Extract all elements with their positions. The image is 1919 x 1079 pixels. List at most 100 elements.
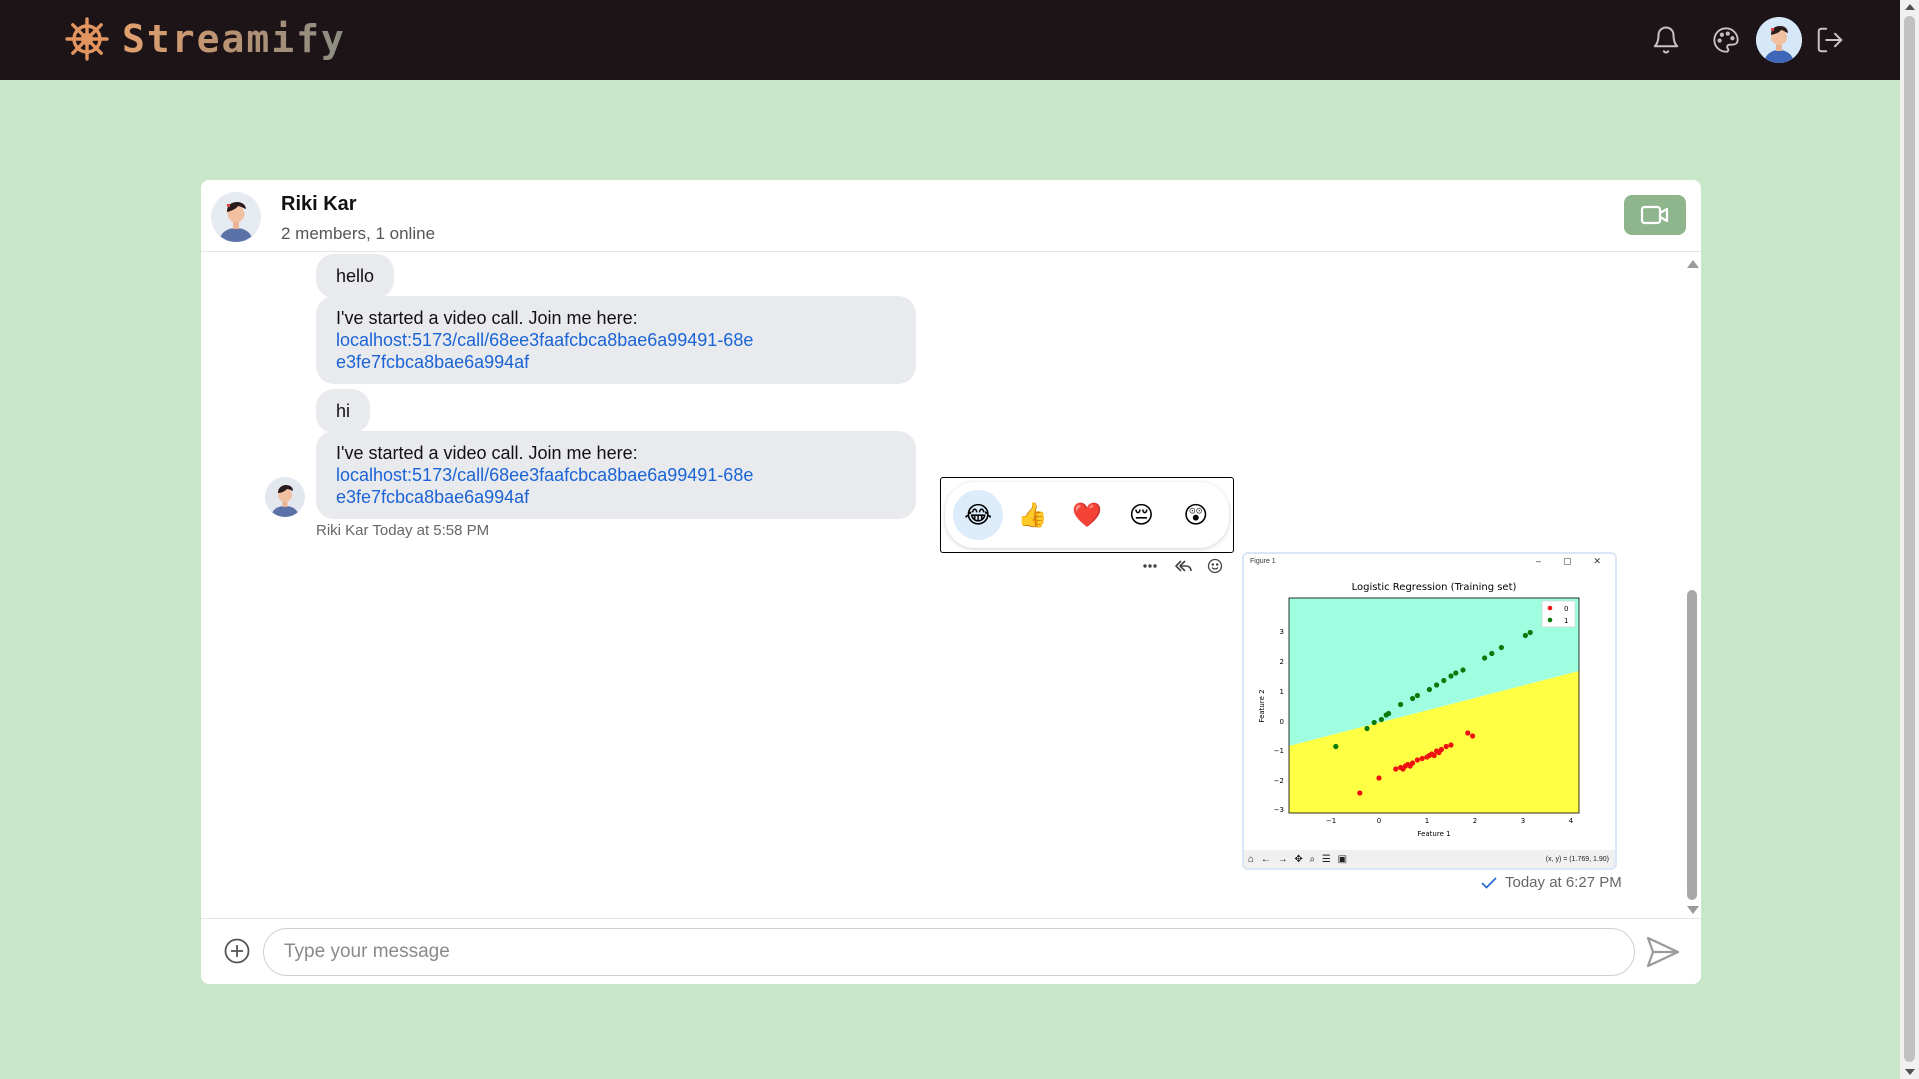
image-message-meta: Today at 6:27 PM [1481,874,1622,891]
scatter-point-class-1 [1378,716,1384,723]
svg-text:4: 4 [1569,817,1574,825]
chat-scroll-thumb[interactable] [1687,590,1697,900]
scatter-point-class-0 [1407,763,1413,769]
channel-name: Riki Kar [281,193,357,215]
scatter-point-class-1 [1441,677,1447,684]
page-scroll-thumb[interactable] [1904,16,1915,1062]
figure-nav-icons: ⌂ ← → ✥ ⌕ ☰ ▣ [1248,853,1350,865]
video-call-button[interactable] [1624,195,1686,235]
scatter-point-class-0 [1470,733,1476,739]
scatter-point-class-1 [1414,692,1420,699]
svg-text:3: 3 [1280,628,1284,636]
scatter-point-class-1 [1527,629,1533,636]
svg-text:−2: −2 [1274,777,1284,785]
scatter-point-class-1 [1410,695,1416,702]
message-bubble[interactable]: hi [316,389,371,433]
user-avatar[interactable] [1756,17,1802,63]
reaction-laugh[interactable]: 😂 [953,490,1004,540]
plot-title: Logistic Regression (Training set) [1352,582,1517,593]
logout-icon[interactable] [1812,22,1848,58]
add-attachment-icon[interactable] [223,937,251,965]
svg-text:3: 3 [1521,817,1525,825]
message-bubble[interactable]: hello [316,254,395,298]
scatter-point-class-0 [1436,749,1442,756]
ship-wheel-icon [65,17,109,61]
scatter-point-class-1 [1448,673,1454,679]
scatter-point-class-1 [1453,670,1459,676]
reaction-thumbs-up[interactable]: 👍 [1008,490,1058,540]
scatter-point-class-1 [1482,655,1488,661]
app-name: Streamify [122,17,346,61]
scatter-point-class-0 [1448,742,1454,748]
message-input[interactable] [263,928,1635,976]
chat-scroll-up-icon[interactable] [1687,260,1699,268]
svg-text:−1: −1 [1326,817,1336,825]
scatter-point-class-1 [1364,725,1370,732]
reaction-sad[interactable]: 😔 [1116,490,1166,540]
reaction-heart[interactable]: ❤️ [1062,490,1112,540]
figure-window-titlebar: Figure 1 – ▢ ✕ [1244,554,1615,568]
scatter-point-class-1 [1489,650,1495,657]
svg-text:0: 0 [1377,817,1381,825]
message-text: I've started a video call. Join me here: [336,308,638,328]
message-bubble[interactable]: I've started a video call. Join me here:… [316,296,916,384]
svg-text:−3: −3 [1274,806,1284,814]
scatter-point-class-1 [1371,719,1377,726]
image-message-time: Today at 6:27 PM [1505,874,1622,891]
reaction-wow[interactable]: 😲 [1171,490,1221,540]
image-attachment[interactable]: Figure 1 – ▢ ✕ Logistic Regression (Trai… [1242,552,1617,870]
emoji-icon[interactable] [1207,556,1223,576]
scatter-point-class-0 [1357,790,1363,796]
scatter-point-class-1 [1398,701,1404,708]
page-scrollbar[interactable] [1900,0,1919,1079]
message-text: I've started a video call. Join me here: [336,443,638,463]
navbar: Streamify [0,0,1900,80]
message-text: hi [336,401,351,421]
chat-scrollbar[interactable] [1685,260,1699,914]
scroll-down-arrow-icon[interactable] [1905,1069,1915,1075]
palette-icon[interactable] [1708,22,1744,58]
maximize-icon: ▢ [1562,555,1572,566]
message-text: hello [336,266,375,286]
more-actions-icon[interactable] [1142,556,1158,576]
message-meta: Riki Kar Today at 5:58 PM [316,522,489,539]
chat-scroll-down-icon[interactable] [1687,906,1699,914]
scroll-up-arrow-icon[interactable] [1905,4,1915,10]
scatter-point-class-1 [1386,710,1392,717]
scatter-point-class-0 [1400,766,1406,772]
scatter-point-class-1 [1333,743,1339,750]
scatter-point-class-1 [1426,686,1432,693]
svg-text:2: 2 [1473,817,1477,825]
message-author-avatar[interactable] [265,477,305,517]
legend-label-0: 0 [1564,605,1568,613]
message-author: Riki Kar [316,522,369,539]
message-composer [201,918,1701,984]
figure-window-title: Figure 1 [1250,557,1276,565]
scatter-point-class-0 [1393,766,1399,772]
reaction-picker: 😂 👍 ❤️ 😔 😲 [940,477,1234,553]
svg-text:1: 1 [1425,817,1429,825]
scatter-point-class-0 [1465,730,1471,736]
svg-text:2: 2 [1280,658,1284,666]
brand[interactable]: Streamify [64,16,346,62]
scatter-point-class-1 [1460,667,1466,673]
message-bubble[interactable]: I've started a video call. Join me here:… [316,431,916,519]
channel-member-status: 2 members, 1 online [281,224,436,243]
figure-toolbar: ⌂ ← → ✥ ⌕ ☰ ▣ (x, y) = (1.769, 1.90) [1244,850,1615,868]
svg-text:−1: −1 [1274,747,1284,755]
bell-icon[interactable] [1648,22,1684,58]
send-icon[interactable] [1645,935,1681,969]
svg-text:1: 1 [1280,688,1284,696]
message-time: Today at 5:58 PM [372,522,490,539]
scatter-point-class-1 [1434,682,1440,688]
legend-label-1: 1 [1564,617,1568,625]
scatter-point-class-1 [1522,632,1528,639]
reply-icon[interactable] [1174,556,1192,576]
close-icon: ✕ [1593,555,1601,566]
svg-text:0: 0 [1280,718,1284,726]
call-link[interactable]: localhost:5173/call/68ee3faafcbca8bae6a9… [336,329,756,373]
check-icon [1481,876,1497,889]
logistic-regression-plot: Logistic Regression (Training set) 0 1 3… [1244,568,1615,850]
call-link[interactable]: localhost:5173/call/68ee3faafcbca8bae6a9… [336,464,756,508]
scatter-point-class-0 [1431,752,1437,759]
